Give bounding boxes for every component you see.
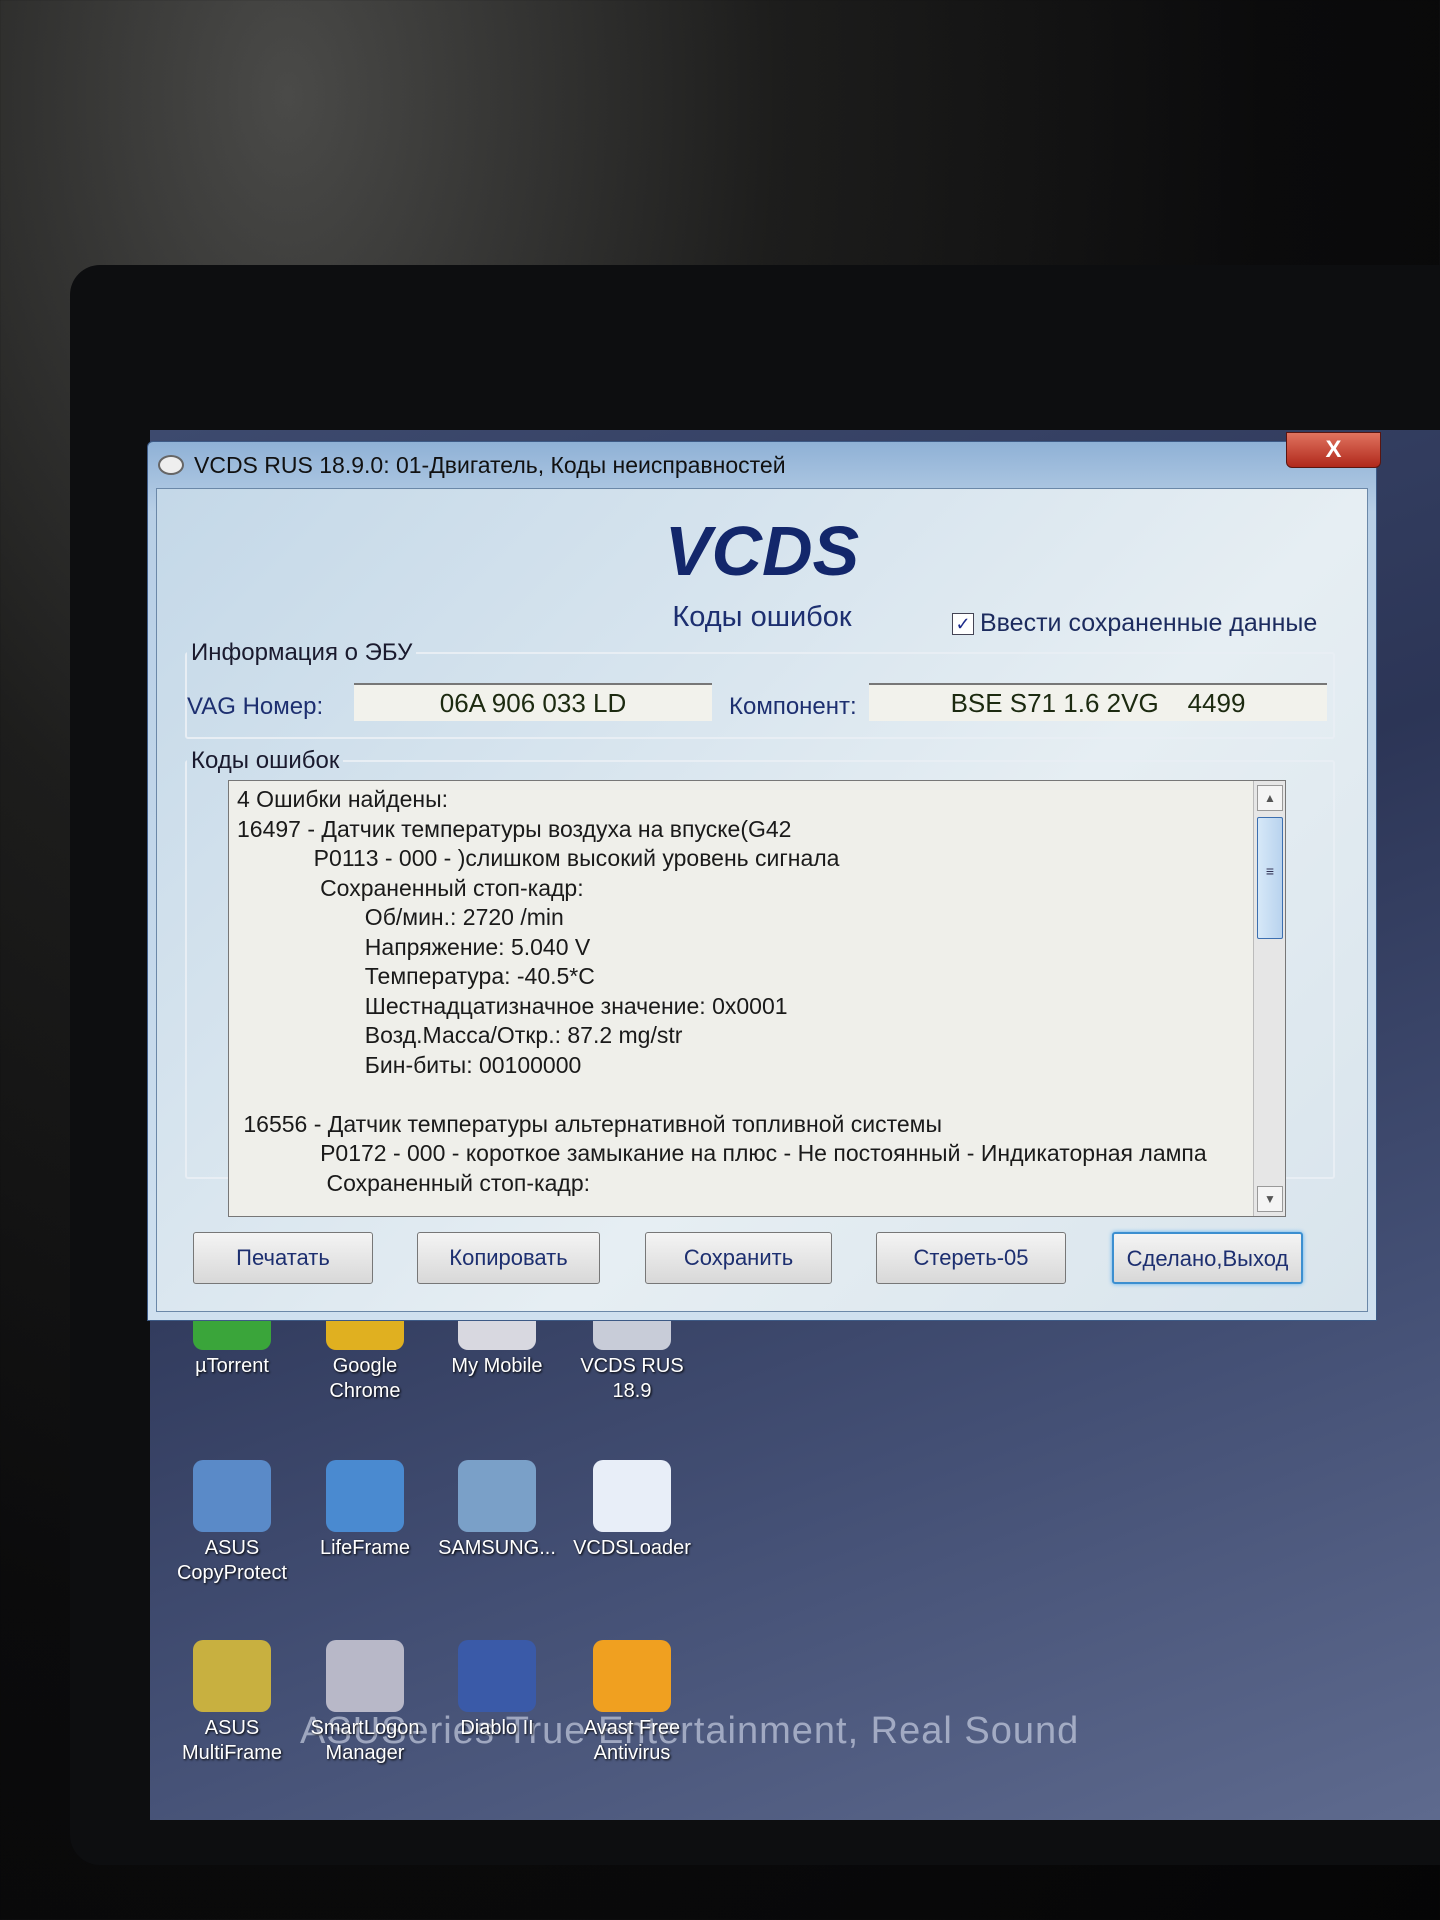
app-icon bbox=[326, 1640, 404, 1712]
fault-line: 16556 - Датчик температуры альтернативно… bbox=[237, 1110, 942, 1137]
scrollbar-thumb[interactable]: ≡ bbox=[1257, 817, 1283, 939]
fault-codes-textarea[interactable]: 4 Ошибки найдены: 16497 - Датчик температ… bbox=[228, 780, 1286, 1217]
clear-codes-button[interactable]: Стереть-05 bbox=[876, 1232, 1066, 1284]
desktop-icon[interactable]: ASUS CopyProtect bbox=[172, 1460, 292, 1586]
fault-line: Шестнадцатизначное значение: 0x0001 bbox=[237, 992, 788, 1019]
scroll-up-arrow-icon[interactable]: ▲ bbox=[1257, 785, 1283, 811]
fault-line: Бин-биты: 00100000 bbox=[237, 1051, 582, 1078]
app-icon bbox=[593, 1460, 671, 1532]
desktop-icon[interactable]: LifeFrame bbox=[305, 1460, 425, 1561]
fault-line: P0172 - 000 - короткое замыкание на плюс… bbox=[237, 1140, 1207, 1166]
app-icon bbox=[326, 1460, 404, 1532]
scroll-down-arrow-icon[interactable]: ▼ bbox=[1257, 1186, 1283, 1212]
vag-number-label: VAG Номер: bbox=[187, 693, 324, 720]
desktop-icon-label: µTorrent bbox=[195, 1355, 269, 1377]
component-label: Компонент: bbox=[729, 693, 857, 720]
desktop-icon[interactable]: SmartLogon Manager bbox=[305, 1640, 425, 1766]
save-frame-checkbox[interactable]: ✓ Ввести сохраненные данные bbox=[952, 609, 1317, 638]
desktop-icon[interactable]: Avast Free Antivirus bbox=[572, 1640, 692, 1766]
vertical-scrollbar[interactable]: ▲ ≡ ▼ bbox=[1253, 781, 1285, 1216]
app-icon bbox=[593, 1640, 671, 1712]
done-exit-button[interactable]: Сделано,Выход bbox=[1112, 1232, 1303, 1284]
app-icon bbox=[458, 1640, 536, 1712]
close-button[interactable]: X bbox=[1286, 432, 1381, 468]
desktop-icon-label: VCDS RUS 18.9 bbox=[580, 1355, 684, 1402]
fault-line: 4 Ошибки найдены: bbox=[237, 786, 449, 812]
fault-line: Возд.Масса/Откр.: 87.2 mg/str bbox=[237, 1022, 683, 1048]
checkbox-checked-icon[interactable]: ✓ bbox=[952, 612, 974, 635]
desktop-icon-label: ASUS CopyProtect bbox=[176, 1537, 288, 1584]
fault-line: Сохраненный стоп-кадр: bbox=[237, 874, 584, 901]
ecu-info-legend: Информация о ЭБУ bbox=[191, 639, 413, 666]
fault-line: P0113 - 000 - )слишком высокий уровень с… bbox=[237, 845, 840, 871]
desktop-icon[interactable]: VCDSLoader bbox=[572, 1460, 692, 1561]
fault-line: Температура: -40.5*C bbox=[237, 963, 595, 989]
fault-codes-legend: Коды ошибок bbox=[191, 747, 340, 774]
copy-button[interactable]: Копировать bbox=[417, 1232, 600, 1284]
vcds-app-icon bbox=[158, 455, 184, 475]
desktop-icon-label: My Mobile bbox=[451, 1355, 543, 1377]
fault-line: 16497 - Датчик температуры воздуха на вп… bbox=[237, 815, 792, 842]
fault-line: Сохраненный стоп-кадр: bbox=[237, 1169, 590, 1196]
desktop-icon[interactable]: SAMSUNG... bbox=[437, 1460, 557, 1561]
app-icon bbox=[458, 1460, 536, 1532]
app-icon bbox=[193, 1640, 271, 1712]
desktop-icon-label: Google Chrome bbox=[329, 1355, 401, 1402]
save-button[interactable]: Сохранить bbox=[645, 1232, 832, 1284]
print-button[interactable]: Печатать bbox=[193, 1232, 373, 1284]
desktop-icon[interactable]: ASUS MultiFrame bbox=[172, 1640, 292, 1766]
fault-line bbox=[237, 1080, 1285, 1110]
vcds-logo: VCDS bbox=[664, 512, 860, 590]
checkbox-label: Ввести сохраненные данные bbox=[980, 609, 1318, 637]
desktop-icon-label: Diablo II bbox=[460, 1717, 534, 1739]
desktop-icon-label: SAMSUNG... bbox=[438, 1537, 556, 1559]
desktop-icon-label: Avast Free Antivirus bbox=[583, 1717, 681, 1764]
vag-number-field[interactable]: 06A 906 033 LD bbox=[354, 683, 712, 721]
desktop-icon-label: ASUS MultiFrame bbox=[181, 1717, 282, 1764]
fault-line: Напряжение: 5.040 V bbox=[237, 933, 591, 960]
app-icon bbox=[193, 1460, 271, 1532]
desktop-icon-label: LifeFrame bbox=[319, 1537, 411, 1559]
title-bar[interactable]: VCDS RUS 18.9.0: 01-Двигатель, Коды неис… bbox=[148, 442, 1376, 488]
desktop-icon[interactable]: Diablo II bbox=[437, 1640, 557, 1741]
component-field[interactable]: BSE S71 1.6 2VG 4499 bbox=[869, 683, 1327, 721]
desktop-icon-label: SmartLogon Manager bbox=[310, 1717, 420, 1764]
fault-line: Об/мин.: 2720 /min bbox=[237, 904, 564, 930]
desktop-icon-label: VCDSLoader bbox=[573, 1537, 691, 1559]
window-title: VCDS RUS 18.9.0: 01-Двигатель, Коды неис… bbox=[194, 451, 786, 478]
